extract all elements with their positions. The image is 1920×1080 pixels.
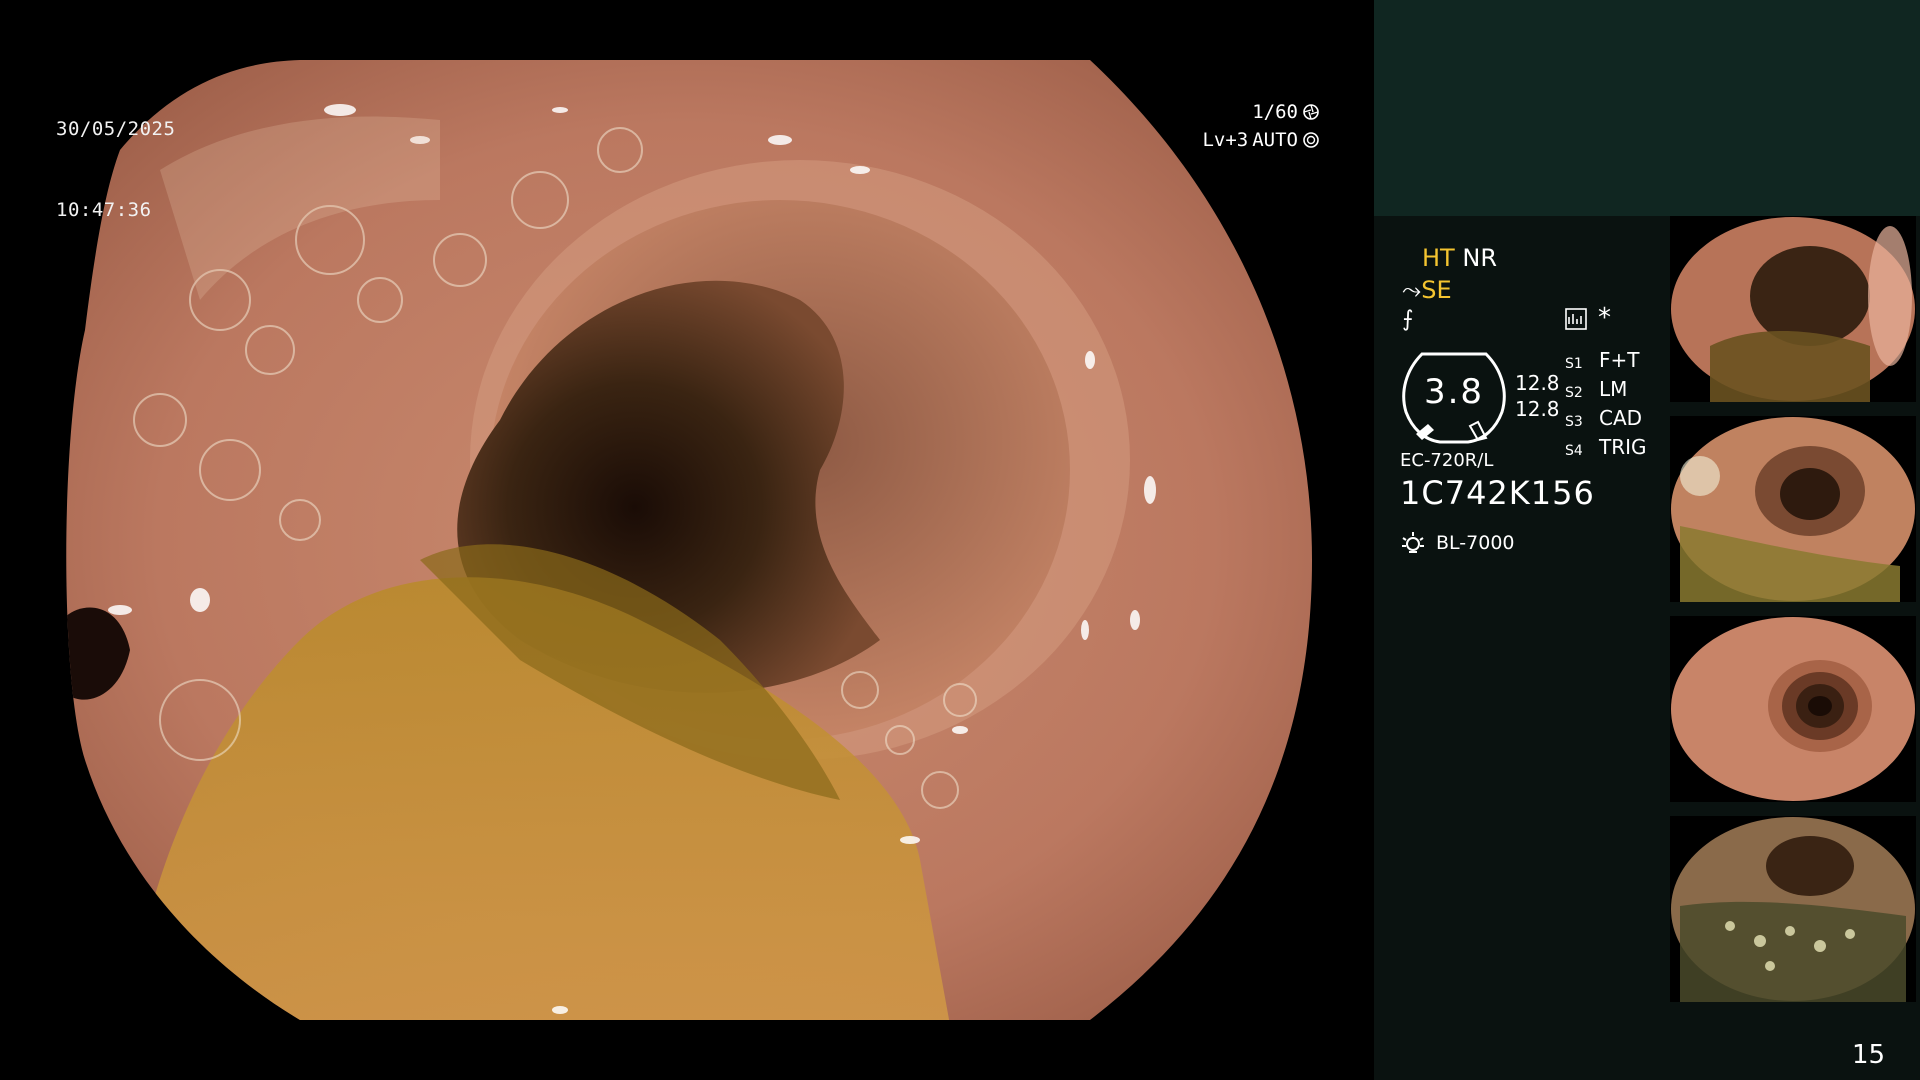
- thumbnail-image: [1671, 817, 1915, 1002]
- switch-key: S1: [1565, 356, 1583, 372]
- switch-item: S2 LM: [1565, 377, 1647, 406]
- endoscopy-screen: 30/05/2025 10:47:36 1/60 Lv+3 AUTO HT NR…: [0, 0, 1920, 1080]
- switch-item: S3 CAD: [1565, 406, 1647, 435]
- zoom-value: 3.8: [1423, 372, 1485, 412]
- capture-thumbnail[interactable]: [1670, 816, 1916, 1002]
- nr-mode-label: NR: [1462, 244, 1497, 272]
- thumbnail-image: [1671, 417, 1915, 602]
- shutter-speed: 1/60: [1252, 101, 1298, 123]
- shutter-icon: [1303, 104, 1319, 120]
- side-panel-header-area: [1374, 0, 1920, 216]
- scope-serial-number: 1C742K156: [1400, 474, 1595, 512]
- enhancement-modes: HT NR: [1422, 244, 1497, 272]
- switch-key: S3: [1565, 414, 1583, 430]
- light-source-label: BL-7000: [1436, 532, 1515, 554]
- thumbnail-image: [1671, 617, 1915, 801]
- light-source-row: BL-7000: [1400, 530, 1515, 556]
- brightness-level: Lv+3: [1202, 129, 1249, 151]
- upper-reading: 12.8: [1515, 371, 1560, 395]
- switch-value: LM: [1599, 377, 1628, 401]
- time-text: 10:47:36: [56, 199, 152, 221]
- iris-row: Lv+3 AUTO: [1190, 126, 1320, 154]
- gauge-readings: 12.8 12.8: [1515, 370, 1560, 422]
- scope-switch-list: S1 F+T S2 LM S3 CAD S4 TRIG: [1565, 348, 1647, 464]
- timestamp: 30/05/2025 10:47:36: [56, 62, 175, 278]
- se-mode-label: SE: [1421, 276, 1452, 304]
- histogram-icon: [1565, 308, 1587, 330]
- switch-key: S4: [1565, 443, 1583, 459]
- endoscopic-live-view: 30/05/2025 10:47:36 1/60 Lv+3 AUTO: [0, 0, 1372, 1080]
- shutter-row: 1/60: [1190, 98, 1320, 126]
- thumbnail-image: [1671, 217, 1915, 402]
- exposure-settings: 1/60 Lv+3 AUTO: [1190, 98, 1320, 154]
- colon-lumen-image: [66, 60, 1312, 1020]
- switch-value: TRIG: [1599, 435, 1647, 459]
- edge-enhance-icon: ⨍: [1402, 307, 1414, 332]
- switch-value: CAD: [1599, 406, 1643, 430]
- lower-reading: 12.8: [1515, 397, 1560, 421]
- asterisk-icon: *: [1598, 303, 1611, 333]
- scope-model: EC-720R/L: [1400, 450, 1494, 471]
- se-mode: ⤳SE: [1402, 276, 1452, 304]
- page-number: 15: [1852, 1040, 1886, 1070]
- capture-thumbnail[interactable]: [1670, 216, 1916, 402]
- switch-key: S2: [1565, 385, 1583, 401]
- date-text: 30/05/2025: [56, 118, 176, 140]
- ht-mode-label: HT: [1422, 244, 1455, 272]
- iris-icon: [1303, 132, 1319, 148]
- switch-item: S4 TRIG: [1565, 435, 1647, 464]
- structure-enhance-icon: ⤳: [1402, 276, 1422, 304]
- iris-mode: AUTO: [1252, 129, 1298, 151]
- light-source-icon: [1402, 532, 1424, 553]
- capture-thumbnail[interactable]: [1670, 416, 1916, 602]
- switch-item: S1 F+T: [1565, 348, 1647, 377]
- switch-value: F+T: [1599, 348, 1640, 372]
- capture-thumbnail[interactable]: [1670, 616, 1916, 802]
